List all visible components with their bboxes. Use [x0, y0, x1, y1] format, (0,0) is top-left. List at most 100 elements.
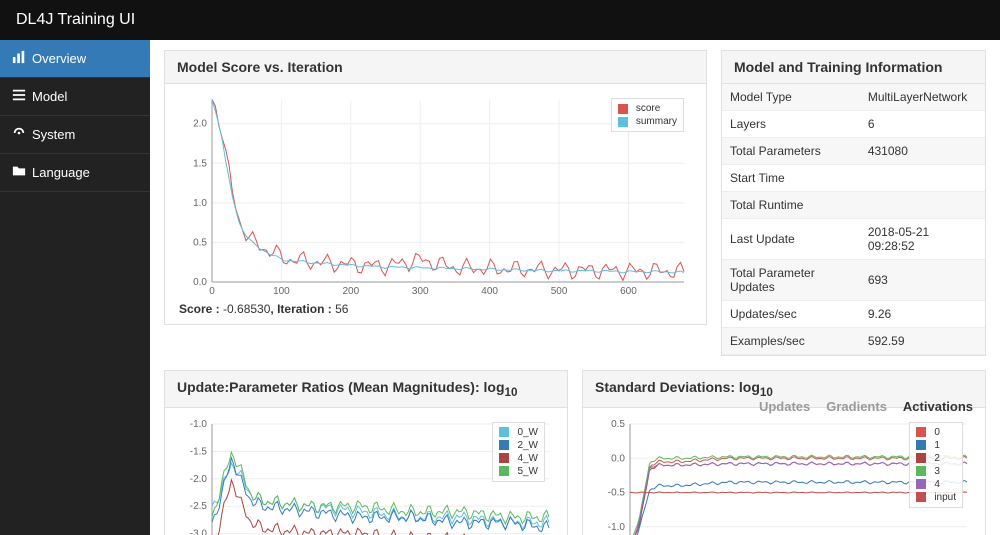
score-value: -0.68530	[223, 302, 270, 316]
svg-text:-1.0: -1.0	[190, 419, 208, 430]
ratios-chart: -1.0-1.5-2.0-2.5-3.0-3.5 0_W2_W4_W5_W	[177, 416, 555, 535]
sidebar-item-model[interactable]: Model	[0, 78, 150, 116]
info-key: Last Update	[722, 219, 860, 260]
info-key: Layers	[722, 111, 860, 138]
score-label: Score :	[179, 302, 220, 316]
panel-title: Update:Parameter Ratios (Mean Magnitudes…	[165, 371, 567, 408]
svg-text:100: 100	[273, 286, 290, 297]
info-key: Total Parameter Updates	[722, 260, 860, 301]
legend-label: input	[934, 492, 956, 503]
info-value: MultiLayerNetwork	[860, 84, 985, 111]
svg-text:-1.0: -1.0	[608, 522, 626, 533]
tab-gradients[interactable]: Gradients	[826, 399, 887, 414]
svg-text:600: 600	[620, 286, 637, 297]
dashboard-icon	[12, 126, 26, 143]
sidebar-item-label: Model	[32, 89, 67, 104]
legend-item: 4_W	[499, 452, 538, 465]
legend-item: input	[916, 491, 956, 504]
svg-text:0.5: 0.5	[193, 237, 207, 248]
score-footer: Score : -0.68530, Iteration : 56	[177, 302, 694, 316]
legend-item: summary	[618, 115, 677, 128]
panel-model-score: Model Score vs. Iteration 0.00.51.01.52.…	[164, 50, 707, 325]
legend-label: 1	[934, 440, 940, 451]
sidebar-item-system[interactable]: System	[0, 116, 150, 154]
info-value: 431080	[860, 138, 985, 165]
svg-text:-2.5: -2.5	[190, 501, 208, 512]
info-value: 9.26	[860, 301, 985, 328]
svg-text:1.5: 1.5	[193, 158, 207, 169]
legend-item: 2	[916, 452, 956, 465]
legend-label: score	[636, 103, 660, 114]
panel-title: Model Score vs. Iteration	[165, 51, 706, 84]
score-chart: 0.00.51.01.52.00100200300400500600 score…	[177, 92, 694, 302]
info-value	[860, 192, 985, 219]
sidebar-item-overview[interactable]: Overview	[0, 40, 150, 78]
info-row: Examples/sec592.59	[722, 328, 985, 355]
svg-text:-0.5: -0.5	[608, 487, 626, 498]
svg-text:-3.0: -3.0	[190, 528, 208, 535]
info-value: 2018-05-21 09:28:52	[860, 219, 985, 260]
info-row: Total Parameters431080	[722, 138, 985, 165]
sidebar: Overview Model System Language	[0, 40, 150, 535]
panel-title: Model and Training Information	[722, 51, 985, 84]
info-value: 693	[860, 260, 985, 301]
legend-label: 0	[934, 427, 940, 438]
bar-chart-icon	[12, 50, 26, 67]
info-row: Total Runtime	[722, 192, 985, 219]
svg-text:0.5: 0.5	[611, 419, 625, 430]
info-key: Updates/sec	[722, 301, 860, 328]
info-row: Updates/sec9.26	[722, 301, 985, 328]
iter-value: 56	[335, 302, 348, 316]
info-table: Model TypeMultiLayerNetworkLayers6Total …	[722, 84, 985, 355]
svg-text:1.0: 1.0	[193, 198, 207, 209]
sidebar-item-label: Language	[32, 165, 90, 180]
legend-label: 4	[934, 479, 940, 490]
legend-item: 2_W	[499, 439, 538, 452]
legend-item: 0_W	[499, 426, 538, 439]
info-row: Layers6	[722, 111, 985, 138]
legend-label: 3	[934, 466, 940, 477]
svg-text:2.0: 2.0	[193, 119, 207, 130]
legend-label: 2	[934, 453, 940, 464]
svg-text:0: 0	[209, 286, 215, 297]
legend-item: 3	[916, 465, 956, 478]
info-row: Total Parameter Updates693	[722, 260, 985, 301]
info-value: 592.59	[860, 328, 985, 355]
info-key: Start Time	[722, 165, 860, 192]
main-content: Model Score vs. Iteration 0.0 0.5 1.0 1.5 2.…	[150, 40, 1000, 535]
app-title: DL4J Training UI	[16, 11, 135, 29]
tab-updates[interactable]: Updates	[759, 399, 810, 414]
svg-text:500: 500	[551, 286, 568, 297]
panel-stddev: Standard Deviations: log10 UpdatesGradie…	[582, 370, 986, 535]
info-row: Start Time	[722, 165, 985, 192]
sidebar-item-label: System	[32, 127, 75, 142]
list-icon	[12, 88, 26, 105]
info-key: Model Type	[722, 84, 860, 111]
tab-activations[interactable]: Activations	[903, 399, 973, 414]
stddev-chart: 0.50.0-0.5-1.0-1.5 01234input	[595, 416, 973, 535]
legend-item: 4	[916, 478, 956, 491]
iter-label: , Iteration :	[270, 302, 331, 316]
svg-text:0.0: 0.0	[611, 453, 625, 464]
sidebar-item-label: Overview	[32, 51, 86, 66]
legend-label: summary	[636, 116, 677, 127]
svg-text:300: 300	[412, 286, 429, 297]
legend-label: 5_W	[517, 466, 538, 477]
info-row: Model TypeMultiLayerNetwork	[722, 84, 985, 111]
info-value: 6	[860, 111, 985, 138]
info-key: Total Parameters	[722, 138, 860, 165]
info-row: Last Update2018-05-21 09:28:52	[722, 219, 985, 260]
legend-item: 5_W	[499, 465, 538, 478]
legend-item: 1	[916, 439, 956, 452]
sidebar-item-language[interactable]: Language	[0, 154, 150, 192]
svg-text:200: 200	[342, 286, 359, 297]
legend-item: 0	[916, 426, 956, 439]
legend-label: 4_W	[517, 453, 538, 464]
legend-item: score	[618, 102, 677, 115]
legend-label: 0_W	[517, 427, 538, 438]
panel-model-info: Model and Training Information Model Typ…	[721, 50, 986, 356]
info-value	[860, 165, 985, 192]
info-key: Examples/sec	[722, 328, 860, 355]
panel-title: Standard Deviations: log10 UpdatesGradie…	[583, 371, 985, 408]
legend-label: 2_W	[517, 440, 538, 451]
